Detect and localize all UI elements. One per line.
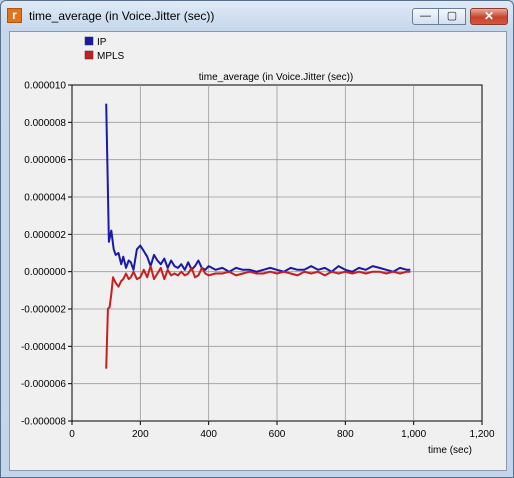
x-tick-label: 0 bbox=[69, 429, 75, 440]
close-button[interactable]: ✕ bbox=[470, 8, 508, 25]
legend-swatch-ip bbox=[84, 36, 94, 46]
chart-svg: IP MPLS time_average (in Voice.Jitter (s… bbox=[21, 36, 495, 456]
y-tick-label: 0.000010 bbox=[24, 81, 66, 92]
chart-panel: IP MPLS time_average (in Voice.Jitter (s… bbox=[9, 31, 507, 471]
window-title: time_average (in Voice.Jitter (sec)) bbox=[29, 9, 215, 23]
y-tick-label: 0.000004 bbox=[24, 193, 66, 204]
minimize-icon: — bbox=[420, 10, 431, 22]
close-icon: ✕ bbox=[483, 9, 495, 23]
y-tick-label: 0.000002 bbox=[24, 230, 66, 241]
x-tick-label: 1,200 bbox=[469, 429, 494, 440]
maximize-button[interactable]: ▢ bbox=[439, 8, 466, 25]
app-icon[interactable]: r bbox=[7, 8, 22, 23]
y-tick-label: -0.000006 bbox=[21, 379, 66, 390]
x-tick-label: 400 bbox=[200, 429, 217, 440]
y-tick-label: 0.000006 bbox=[24, 155, 66, 166]
y-tick-label: -0.000004 bbox=[21, 342, 66, 353]
chart-title: time_average (in Voice.Jitter (sec)) bbox=[199, 72, 354, 83]
minimize-button[interactable]: — bbox=[412, 8, 439, 25]
legend-swatch-mpls bbox=[84, 50, 94, 60]
x-tick-label: 800 bbox=[337, 429, 354, 440]
legend: IP MPLS bbox=[84, 36, 125, 62]
x-tick-label: 1,000 bbox=[401, 429, 426, 440]
legend-label-ip: IP bbox=[97, 37, 107, 48]
y-tick-label: 0.000008 bbox=[24, 118, 66, 129]
legend-label-mpls: MPLS bbox=[97, 51, 125, 62]
chart-window: r time_average (in Voice.Jitter (sec)) —… bbox=[0, 0, 514, 478]
x-axis-label: time (sec) bbox=[428, 445, 472, 456]
title-bar[interactable]: r time_average (in Voice.Jitter (sec)) —… bbox=[1, 1, 513, 31]
y-tick-label: 0.000000 bbox=[24, 267, 66, 278]
y-tick-label: -0.000008 bbox=[21, 417, 66, 428]
x-tick-label: 200 bbox=[132, 429, 149, 440]
maximize-icon: ▢ bbox=[446, 10, 458, 22]
x-tick-label: 600 bbox=[269, 429, 286, 440]
y-tick-label: -0.000002 bbox=[21, 305, 66, 316]
